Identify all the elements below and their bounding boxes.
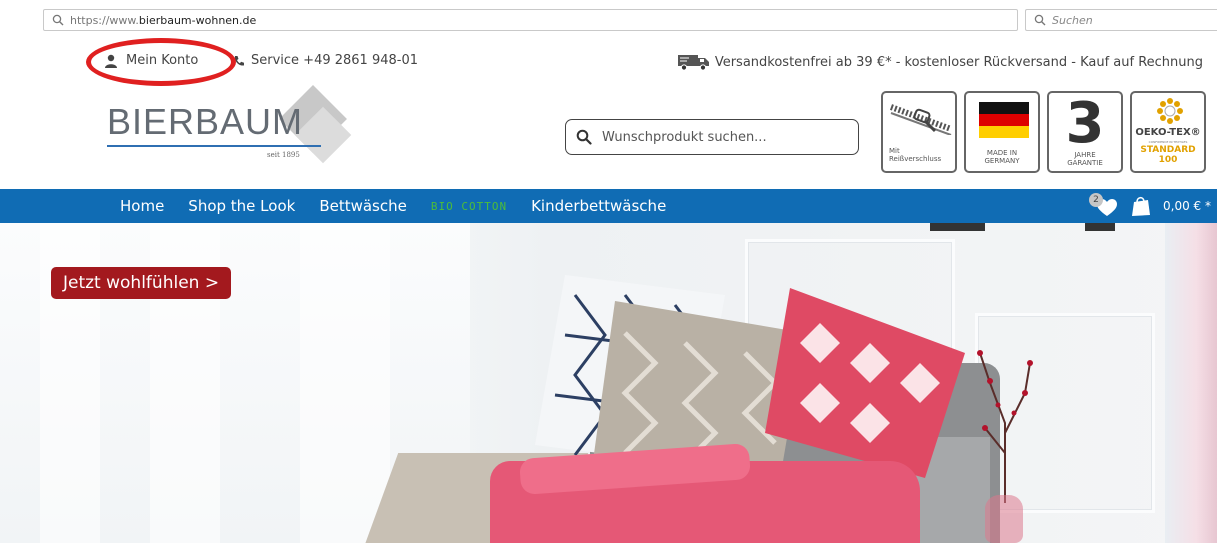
hero-branch-decoration (977, 350, 1033, 503)
nav-item-home[interactable]: Home (120, 197, 164, 215)
zipper-badge: Mit Reißverschluss (881, 91, 957, 173)
annotation-red-circle (86, 38, 236, 86)
product-search-placeholder: Wunschprodukt suchen... (602, 129, 767, 145)
shipping-info: Versandkostenfrei ab 39 €* - kostenloser… (677, 53, 1203, 71)
zipper-caption: Mit Reißverschluss (889, 147, 942, 163)
nav-item-bettwaesche[interactable]: Bettwäsche (319, 197, 407, 215)
oeko-tex-standard: STANDARD 100 (1140, 145, 1196, 165)
guarantee-years: 3 (1065, 91, 1105, 156)
guarantee-caption: JAHRE GARANTIE (1067, 151, 1103, 167)
delivery-truck-icon (677, 55, 709, 71)
wishlist-button[interactable]: 2 (1089, 193, 1119, 217)
main-navigation: Home Shop the Look Bettwäsche BIO COTTON… (0, 189, 1217, 223)
logo-underline (107, 145, 321, 147)
hero-vase (985, 495, 1023, 543)
service-phone-label: Service +49 2861 948-01 (251, 53, 419, 68)
nav-item-shop-the-look[interactable]: Shop the Look (188, 197, 295, 215)
trust-badges: Mit Reißverschluss MADE IN GERMANY 3 JAH… (881, 91, 1206, 173)
url-domain: bierbaum-wohnen.de (138, 13, 257, 27)
product-search-input[interactable]: Wunschprodukt suchen... (565, 119, 859, 155)
logo-since: seit 1895 (267, 151, 300, 159)
oeko-tex-title: OEKO-TEX® (1135, 127, 1201, 138)
wishlist-count-badge: 2 (1089, 193, 1104, 207)
shopping-bag-icon (1132, 196, 1151, 216)
zipper-icon (889, 104, 953, 135)
made-in-caption: MADE IN GERMANY (984, 149, 1020, 165)
feel-good-cta-button[interactable]: Jetzt wohlfühlen > (51, 267, 232, 299)
address-bar[interactable]: https://www. bierbaum-wohnen.de (43, 9, 1018, 31)
oeko-tex-subtitle: CONFIDENCE IN TEXTILES (1148, 140, 1188, 144)
search-icon (52, 14, 64, 26)
browser-toolbar: https://www. bierbaum-wohnen.de Suchen (0, 0, 1217, 42)
germany-flag-icon (979, 102, 1029, 138)
bierbaum-logo[interactable]: BIERBAUM seit 1895 (107, 85, 352, 164)
hero-picture-frame (930, 223, 985, 231)
cart-total[interactable]: 0,00 € * (1163, 199, 1211, 213)
shipping-text: Versandkostenfrei ab 39 €* - kostenloser… (714, 54, 1203, 70)
guarantee-badge: 3 JAHRE GARANTIE (1047, 91, 1123, 173)
made-in-germany-badge: MADE IN GERMANY (964, 91, 1040, 173)
page: https://www. bierbaum-wohnen.de Suchen Me… (0, 0, 1217, 543)
oeko-tex-badge: OEKO-TEX® CONFIDENCE IN TEXTILES STANDAR… (1130, 91, 1206, 173)
hero-pillow-pink (765, 288, 965, 478)
hero-picture-frame (1085, 223, 1115, 231)
hero-curtain (300, 223, 390, 543)
browser-search-placeholder: Suchen (1052, 13, 1093, 27)
hero-banner[interactable]: Jetzt wohlfühlen > (0, 223, 1217, 543)
browser-search-input[interactable]: Suchen (1025, 9, 1217, 31)
search-icon (576, 129, 592, 145)
search-icon (1034, 14, 1046, 26)
nav-item-bio-cotton[interactable]: BIO COTTON (431, 200, 507, 213)
service-phone-link[interactable]: Service +49 2861 948-01 (233, 53, 418, 68)
nav-item-kinderbettwaesche[interactable]: Kinderbettwäsche (531, 197, 666, 215)
url-prefix: https://www. (70, 13, 139, 27)
hero-curtain-right (1165, 223, 1217, 543)
cart-button[interactable] (1131, 195, 1151, 217)
oeko-tex-flower-icon (1157, 98, 1183, 124)
logo-wordmark: BIERBAUM (107, 101, 304, 142)
